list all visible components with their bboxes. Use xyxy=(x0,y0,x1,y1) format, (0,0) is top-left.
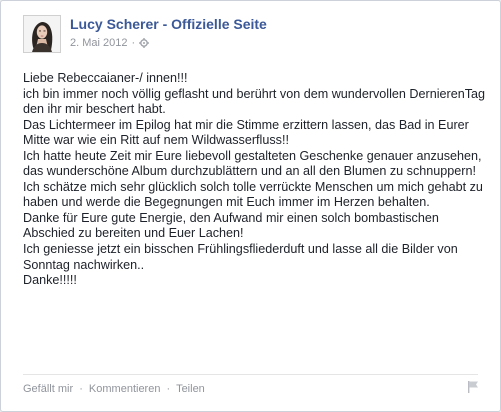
post-date[interactable]: 2. Mai 2012 xyxy=(70,36,127,50)
post-actions: Gefällt mir · Kommentieren · Teilen xyxy=(23,383,205,395)
post-body-text: Liebe Rebeccaianer-/ innen!!! ich bin im… xyxy=(23,71,486,288)
post-header: Lucy Scherer - Offizielle Seite 2. Mai 2… xyxy=(23,15,267,55)
page-name-link[interactable]: Lucy Scherer - Offizielle Seite xyxy=(70,16,267,33)
separator-dot: · xyxy=(79,383,83,395)
facebook-post: Lucy Scherer - Offizielle Seite 2. Mai 2… xyxy=(0,0,501,412)
like-link[interactable]: Gefällt mir xyxy=(23,383,73,395)
separator-dot: · xyxy=(166,383,171,395)
separator-dot: · xyxy=(131,37,136,49)
gear-icon[interactable] xyxy=(139,38,150,48)
post-subline: 2. Mai 2012 · xyxy=(70,36,267,50)
share-link[interactable]: Teilen xyxy=(176,383,205,395)
avatar[interactable] xyxy=(23,15,61,53)
profile-photo xyxy=(24,16,60,52)
post-meta: Lucy Scherer - Offizielle Seite 2. Mai 2… xyxy=(70,16,267,55)
flag-icon[interactable] xyxy=(466,380,480,394)
divider xyxy=(23,374,478,375)
comment-link[interactable]: Kommentieren xyxy=(89,383,161,395)
